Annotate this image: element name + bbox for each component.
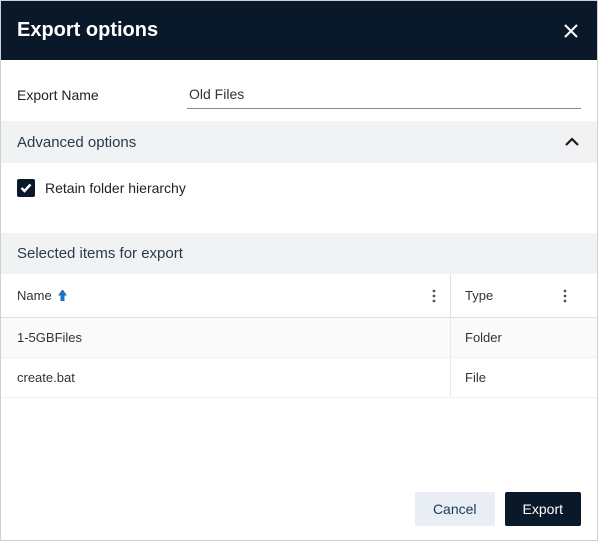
cell-name: 1-5GBFiles bbox=[17, 318, 451, 357]
column-type-menu[interactable] bbox=[557, 288, 573, 304]
export-name-row: Export Name bbox=[1, 60, 597, 121]
close-button[interactable] bbox=[561, 21, 581, 41]
kebab-icon bbox=[432, 289, 436, 303]
cell-type: File bbox=[451, 358, 581, 397]
cell-name: create.bat bbox=[17, 358, 451, 397]
advanced-options-toggle[interactable]: Advanced options bbox=[1, 121, 597, 163]
dialog-footer: Cancel Export bbox=[1, 478, 597, 540]
retain-folder-label: Retain folder hierarchy bbox=[45, 180, 186, 196]
retain-folder-row: Retain folder hierarchy bbox=[1, 163, 597, 213]
table-row[interactable]: 1-5GBFiles Folder bbox=[1, 318, 597, 358]
cell-type: Folder bbox=[451, 318, 581, 357]
export-options-dialog: Export options Export Name Advanced opti… bbox=[0, 0, 598, 541]
advanced-options-title: Advanced options bbox=[17, 134, 136, 151]
selected-items-header: Selected items for export bbox=[1, 233, 597, 274]
spacer bbox=[1, 213, 597, 233]
column-header-name[interactable]: Name bbox=[17, 274, 451, 317]
kebab-icon bbox=[563, 289, 567, 303]
chevron-up-icon bbox=[563, 133, 581, 151]
column-name-menu[interactable] bbox=[426, 288, 442, 304]
close-icon bbox=[564, 24, 578, 38]
items-table: Name Type 1-5GBFiles Folder bbox=[1, 274, 597, 398]
column-type-label: Type bbox=[465, 288, 493, 303]
export-button[interactable]: Export bbox=[505, 492, 581, 526]
table-row[interactable]: create.bat File bbox=[1, 358, 597, 398]
export-name-label: Export Name bbox=[17, 87, 167, 109]
export-name-input[interactable] bbox=[187, 80, 581, 109]
table-header-row: Name Type bbox=[1, 274, 597, 318]
column-name-label: Name bbox=[17, 288, 52, 303]
dialog-body: Export Name Advanced options Retain fold… bbox=[1, 60, 597, 540]
checkmark-icon bbox=[20, 183, 32, 193]
dialog-header: Export options bbox=[1, 1, 597, 60]
retain-folder-checkbox[interactable] bbox=[17, 179, 35, 197]
sort-ascending-icon bbox=[58, 290, 67, 301]
selected-items-title: Selected items for export bbox=[17, 245, 183, 262]
dialog-title: Export options bbox=[17, 19, 158, 42]
cancel-button[interactable]: Cancel bbox=[415, 492, 495, 526]
column-header-type[interactable]: Type bbox=[451, 274, 581, 317]
